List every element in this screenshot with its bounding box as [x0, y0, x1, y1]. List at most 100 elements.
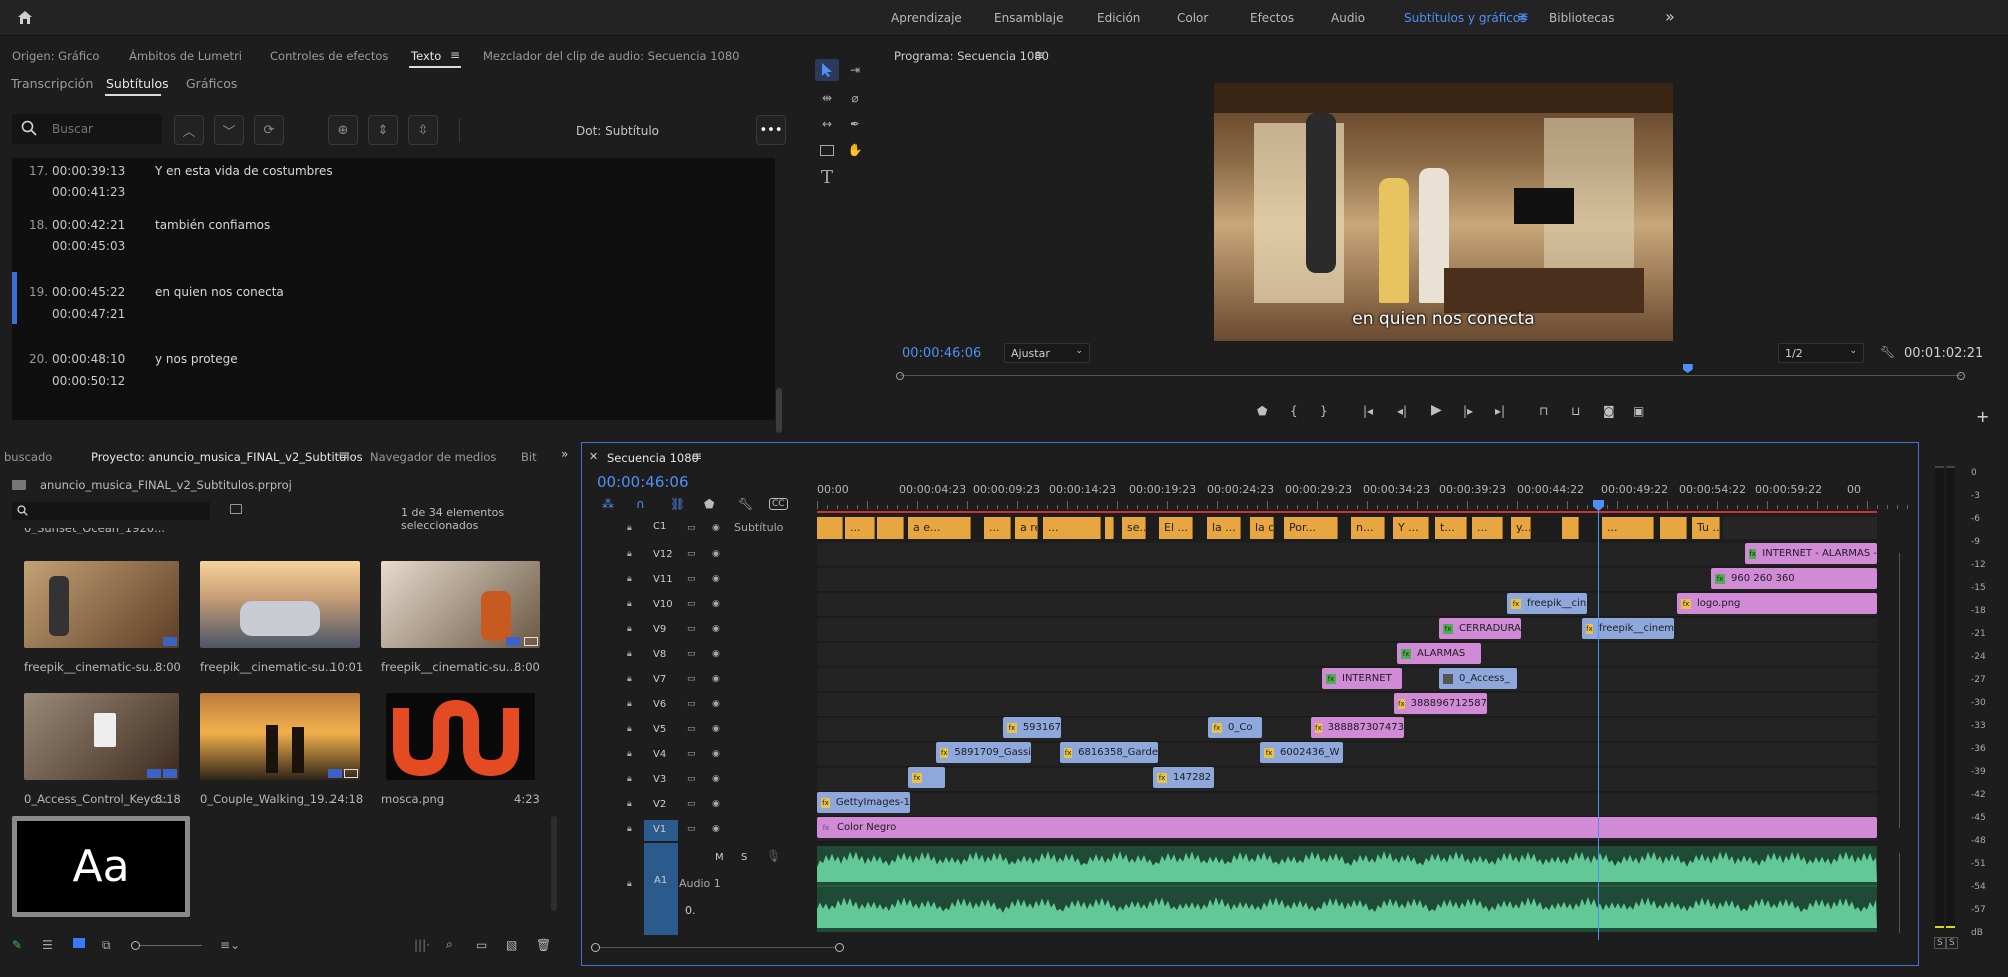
add-caption-button[interactable]: ⊕: [328, 115, 358, 145]
eye-icon[interactable]: ◉: [712, 699, 720, 709]
play-icon[interactable]: ▶: [1431, 402, 1442, 418]
camera-icon[interactable]: ◙: [1603, 404, 1615, 418]
work-area-bar[interactable]: [817, 511, 1877, 513]
list-view-icon[interactable]: ☰: [42, 938, 53, 952]
sync-icon[interactable]: ▭: [687, 749, 696, 759]
lock-icon[interactable]: 🔒︎: [627, 699, 632, 709]
clip-v4-gassi[interactable]: fx 5891709_Gassi: [936, 742, 1031, 763]
more-tabs-icon[interactable]: »: [561, 447, 568, 461]
eye-icon[interactable]: ◉: [712, 799, 720, 809]
tab-origen[interactable]: Origen: Gráfico: [12, 49, 99, 63]
workspace-audio[interactable]: Audio: [1331, 11, 1365, 25]
sync-icon[interactable]: ▭: [687, 624, 696, 634]
lock-icon[interactable]: 🔒︎: [627, 724, 632, 734]
eye-icon[interactable]: ◉: [712, 523, 720, 533]
marker-icon[interactable]: ⬟: [704, 497, 714, 511]
linked-selection-icon[interactable]: ⛓︎: [670, 497, 685, 511]
lock-icon[interactable]: 🔒︎: [627, 574, 632, 584]
caption-clip[interactable]: [1562, 517, 1579, 539]
clip-v4-garde[interactable]: fx 6816358_Garde: [1060, 742, 1158, 763]
microphone-icon[interactable]: 🎙︎: [766, 849, 781, 863]
add-marker-icon[interactable]: ⬟: [1257, 404, 1267, 418]
step-back-icon[interactable]: ◂|: [1397, 404, 1407, 418]
close-icon[interactable]: ✕: [589, 450, 598, 463]
eye-icon[interactable]: ◉: [712, 624, 720, 634]
home-icon[interactable]: [14, 7, 36, 29]
clip-v7-access[interactable]: 0_Access_: [1439, 668, 1517, 689]
nest-icon[interactable]: ⁂: [602, 497, 614, 511]
caption-clip[interactable]: se...: [1122, 517, 1146, 539]
fit-select[interactable]: Ajustar ⌄: [1004, 343, 1090, 363]
prev-caption-button[interactable]: ︿: [174, 115, 204, 145]
caption-start[interactable]: 00:00:42:21: [52, 218, 125, 232]
captions-icon[interactable]: CC: [769, 498, 788, 510]
caption-clip[interactable]: a re...: [1015, 517, 1038, 539]
eye-icon[interactable]: ◉: [712, 774, 720, 784]
tab-buscado[interactable]: buscado: [4, 450, 52, 464]
wrench-icon[interactable]: 🔧︎: [1880, 345, 1895, 359]
new-item-icon[interactable]: ▧: [506, 938, 517, 952]
sort-icon[interactable]: ≡⌄: [220, 938, 240, 952]
workspace-subtitulos-graficos[interactable]: Subtítulos y gráficos: [1404, 11, 1527, 25]
tab-controles-efectos[interactable]: Controles de efectos: [270, 49, 388, 63]
audio-track-scrollbar[interactable]: [1899, 853, 1900, 933]
tab-texto[interactable]: Texto: [411, 49, 441, 63]
caption-clip[interactable]: [1660, 517, 1687, 539]
caption-text[interactable]: y nos protege: [155, 352, 238, 366]
snap-icon[interactable]: ∩: [636, 497, 645, 511]
comparison-view-icon[interactable]: ▣: [1633, 404, 1644, 418]
workspace-menu-icon[interactable]: ≡: [1517, 9, 1529, 25]
caption-start[interactable]: 00:00:48:10: [52, 352, 125, 366]
caption-clip[interactable]: a e...: [908, 517, 971, 539]
tab-navegador-medios[interactable]: Navegador de medios: [370, 450, 496, 464]
clip-v9-freepik[interactable]: fx freepik__cinem: [1582, 618, 1674, 639]
project-search[interactable]: [12, 502, 210, 520]
clip-v5-0co[interactable]: fx 0_Co: [1208, 717, 1262, 738]
sync-icon[interactable]: ▭: [687, 774, 696, 784]
replace-button[interactable]: ⟳: [254, 115, 284, 145]
caption-clip[interactable]: la c...: [1250, 517, 1274, 539]
workspace-ensamblaje[interactable]: Ensamblaje: [994, 11, 1064, 25]
program-scrub-bar[interactable]: [896, 364, 1965, 381]
lock-icon[interactable]: 🔒︎: [627, 879, 632, 889]
clip-v3-147282[interactable]: fx 147282: [1153, 767, 1214, 788]
media-thumbnail[interactable]: [24, 693, 179, 780]
sync-icon[interactable]: ▭: [687, 599, 696, 609]
caption-list-scrollbar[interactable]: [776, 388, 782, 433]
clip-v12[interactable]: fx INTERNET - ALARMAS -: [1745, 543, 1877, 564]
lock-icon[interactable]: 🔒︎: [627, 674, 632, 684]
automate-icon[interactable]: |||·: [414, 938, 430, 952]
eye-icon[interactable]: ◉: [712, 649, 720, 659]
pencil-icon[interactable]: ✎: [12, 938, 22, 952]
lock-icon[interactable]: 🔒︎: [627, 599, 632, 609]
clip-v6[interactable]: fx 388896712587: [1394, 693, 1487, 714]
solo-left-button[interactable]: S: [1934, 937, 1946, 949]
step-forward-icon[interactable]: |▸: [1463, 404, 1473, 418]
workspace-bibliotecas[interactable]: Bibliotecas: [1549, 11, 1614, 25]
tab-bit[interactable]: Bit: [521, 450, 537, 464]
eye-icon[interactable]: ◉: [712, 824, 720, 834]
clip-v10-logo[interactable]: fx logo.png: [1677, 593, 1877, 614]
find-icon[interactable]: ⌕: [446, 937, 453, 952]
sync-icon[interactable]: ▭: [687, 674, 696, 684]
clip-v5-388887307473[interactable]: fx 388887307473: [1311, 717, 1404, 738]
caption-text[interactable]: también confiamos: [155, 218, 270, 232]
ripple-edit-icon[interactable]: ⇹: [815, 87, 839, 109]
tab-proyecto[interactable]: Proyecto: anuncio_musica_FINAL_v2_Subtit…: [91, 450, 363, 464]
overflow-chevron-icon[interactable]: »: [1665, 7, 1675, 26]
caption-text[interactable]: en quien nos conecta: [155, 285, 284, 299]
audio-volume[interactable]: 0.: [685, 904, 696, 917]
go-to-out-icon[interactable]: ▸|: [1495, 404, 1505, 418]
next-caption-button[interactable]: ﹀: [214, 115, 244, 145]
merge-caption-button[interactable]: ⇳: [408, 115, 438, 145]
extract-icon[interactable]: ⊔: [1571, 404, 1580, 418]
subtab-graficos[interactable]: Gráficos: [186, 76, 237, 91]
horizontal-scrollbar[interactable]: [591, 943, 844, 952]
sync-icon[interactable]: ▭: [687, 549, 696, 559]
lock-icon[interactable]: 🔒︎: [627, 824, 632, 834]
workspace-aprendizaje[interactable]: Aprendizaje: [891, 11, 962, 25]
clip-v10-freepik[interactable]: fx freepik__cin: [1507, 593, 1587, 614]
lock-icon[interactable]: 🔒︎: [627, 749, 632, 759]
eye-icon[interactable]: ◉: [712, 749, 720, 759]
hand-icon[interactable]: ✋: [843, 139, 867, 161]
